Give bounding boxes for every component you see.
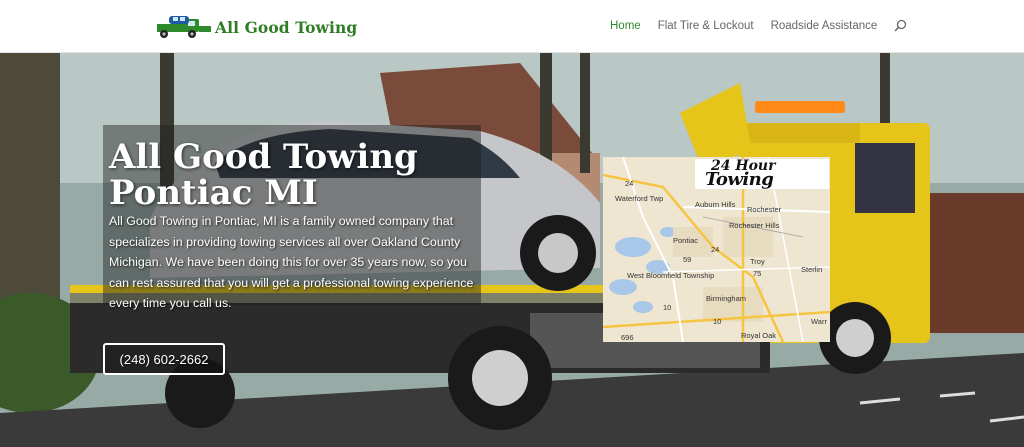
search-icon[interactable] <box>894 19 907 32</box>
map-route-10b: 10 <box>713 317 722 326</box>
site-header: All Good Towing Home Flat Tire & Lockout… <box>0 0 1024 53</box>
map-place-pontiac: Pontiac <box>673 236 699 245</box>
map-route-59: 59 <box>683 255 692 264</box>
map-route-10: 10 <box>663 303 672 312</box>
map-route-24: 24 <box>625 179 634 188</box>
map-place-birmingham: Birmingham <box>706 294 747 303</box>
site-logo[interactable]: All Good Towing <box>155 14 357 40</box>
map-route-696: 696 <box>621 333 634 342</box>
hero-title-line-1: All Good Towing <box>109 137 418 177</box>
map-place-troy: Troy <box>750 257 765 266</box>
nav-home[interactable]: Home <box>610 20 641 32</box>
24-hour-towing-banner: 24 Hour Towing <box>695 158 829 190</box>
map-place-rochester-hills: Rochester Hills <box>729 221 780 230</box>
hero-title: All Good Towing Pontiac MI <box>109 139 509 211</box>
hero-section: All Good Towing Pontiac MI All Good Towi… <box>0 53 1024 447</box>
nav-roadside-assistance[interactable]: Roadside Assistance <box>771 20 878 32</box>
map-place-royal-oak: Royal Oak <box>741 331 777 340</box>
logo-text: All Good Towing <box>215 17 358 37</box>
map-place-west-bloomfield: West Bloomfield Township <box>627 271 715 280</box>
main-nav: Home Flat Tire & Lockout Roadside Assist… <box>610 19 907 32</box>
map-place-rochester: Rochester <box>747 205 782 214</box>
hero-description: All Good Towing in Pontiac, MI is a fami… <box>109 214 474 311</box>
map-place-auburn-hills: Auburn Hills <box>695 200 736 209</box>
map-place-warren: Warr <box>811 317 827 326</box>
map-route-75: 75 <box>753 269 762 278</box>
banner-bottom-text: Towing <box>705 169 774 190</box>
service-area-map: 24 Hour Towing Waterford Twp Auburn Hill… <box>603 157 830 342</box>
hero-title-line-2: Pontiac MI <box>109 173 318 213</box>
map-place-waterford: Waterford Twp <box>615 194 664 203</box>
map-place-sterling: Sterlin <box>801 265 823 274</box>
nav-flat-tire-lockout[interactable]: Flat Tire & Lockout <box>658 20 754 32</box>
call-phone-button[interactable]: (248) 602-2662 <box>103 343 225 375</box>
tow-truck-logo-icon <box>157 16 211 38</box>
map-route-24b: 24 <box>711 245 720 254</box>
